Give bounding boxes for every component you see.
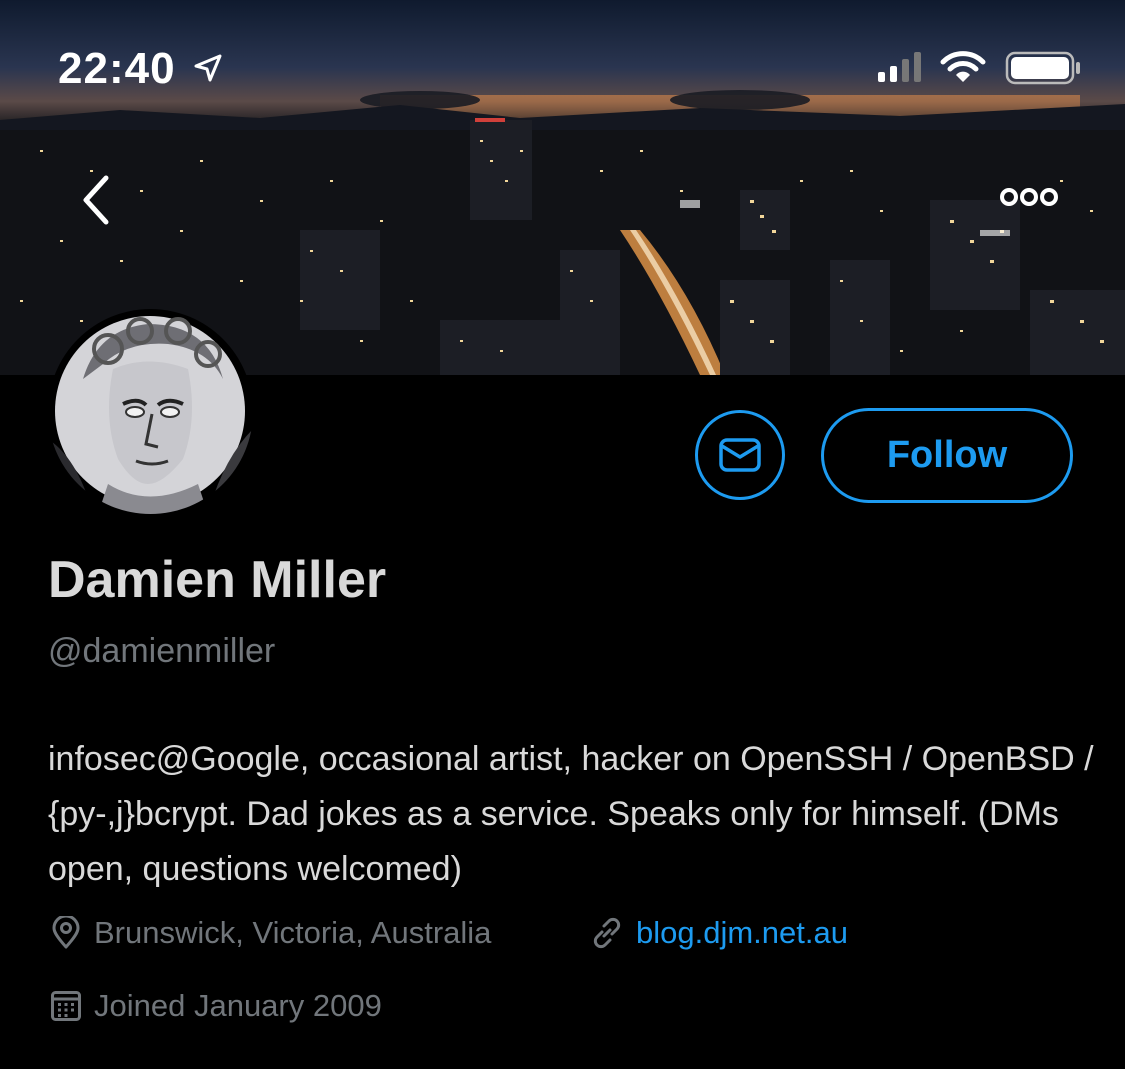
more-icon[interactable] <box>998 182 1060 212</box>
location-pin-icon <box>52 916 80 949</box>
joined-text: Joined January 2009 <box>94 988 382 1023</box>
profile-bio: infosec@Google, occasional artist, hacke… <box>48 740 1094 888</box>
website-link[interactable]: blog.djm.net.au <box>636 915 848 951</box>
follow-button[interactable]: Follow <box>821 408 1073 503</box>
display-name: Damien Miller <box>48 551 387 609</box>
joined-row: Joined January 2009 <box>50 988 382 1024</box>
website-row[interactable]: blog.djm.net.au <box>590 915 848 951</box>
status-indicators <box>878 50 1083 95</box>
back-chevron-icon[interactable] <box>78 172 118 228</box>
status-time: 22:40 <box>58 44 176 93</box>
profile-handle: @damienmiller <box>48 632 276 670</box>
avatar-image <box>48 316 253 514</box>
envelope-icon <box>719 438 761 472</box>
message-button[interactable] <box>695 410 785 500</box>
location-row: Brunswick, Victoria, Australia <box>50 915 491 951</box>
location-arrow-icon <box>194 54 222 82</box>
wifi-icon <box>940 51 986 82</box>
status-icons-group <box>878 51 1080 85</box>
calendar-icon <box>51 991 81 1021</box>
battery-icon <box>1005 51 1080 85</box>
avatar[interactable] <box>48 309 253 514</box>
link-icon <box>593 917 621 949</box>
location-text: Brunswick, Victoria, Australia <box>94 915 492 950</box>
signal-icon <box>878 52 921 82</box>
